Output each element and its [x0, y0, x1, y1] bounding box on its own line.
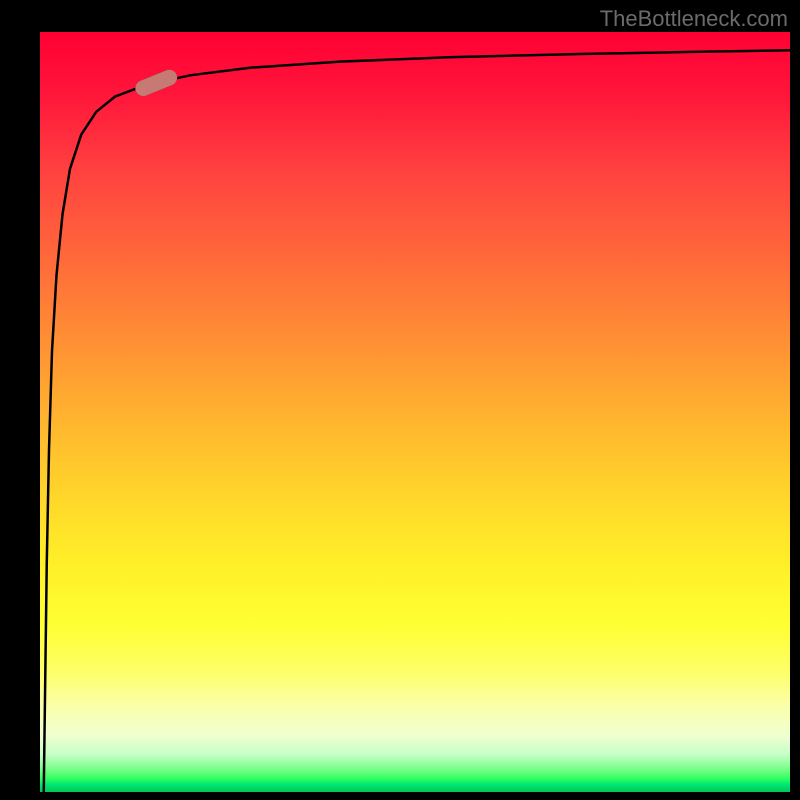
highlight-marker: [133, 67, 180, 98]
watermark-text: TheBottleneck.com: [600, 6, 788, 32]
curve-svg: [40, 32, 790, 792]
chart-frame: TheBottleneck.com: [0, 0, 800, 800]
plot-area: [40, 32, 790, 792]
bottleneck-curve: [44, 50, 790, 792]
